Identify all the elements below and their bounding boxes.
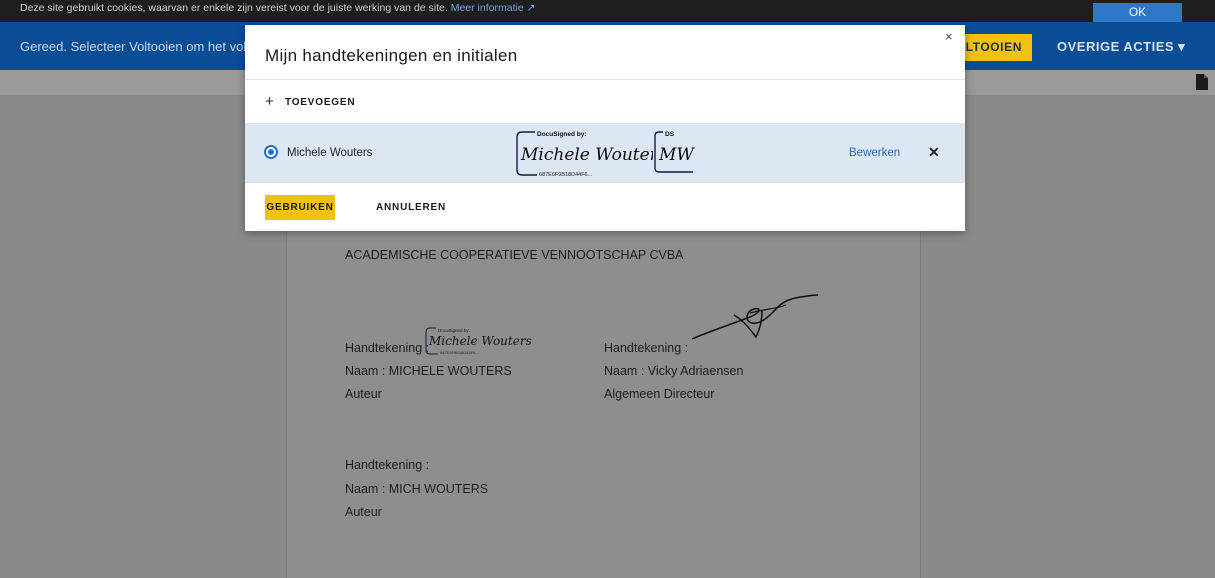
cancel-button[interactable]: ANNULEREN <box>376 202 446 213</box>
document-icon[interactable] <box>1195 74 1209 90</box>
plus-icon: + <box>265 93 274 110</box>
divider <box>245 182 965 183</box>
signer3-name: Naam : MICH WOUTERS <box>345 482 489 496</box>
signer2-name: Naam : Vicky Adriaensen <box>604 364 744 378</box>
initials-preview: DS MW <box>654 131 695 173</box>
close-icon[interactable]: × <box>945 30 953 43</box>
more-info-link[interactable]: Meer informatie <box>451 2 524 14</box>
signer1-role: Auteur <box>345 387 382 401</box>
signature-preview: DocuSigned by: Michele Wouters 687E6F9B1… <box>516 131 653 178</box>
signer1-docusigned-label: DocuSigned by: <box>438 328 470 333</box>
signer2-role: Algemeen Directeur <box>604 387 715 401</box>
signature-radio[interactable] <box>264 145 278 159</box>
signer3-signature-label: Handtekening : <box>345 458 430 472</box>
cookie-notice: Deze site gebruikt cookies, waarvan er e… <box>20 2 535 14</box>
signer1-name: Naam : MICHELE WOUTERS <box>345 364 512 378</box>
signature-text: Michele Wouters <box>520 145 653 165</box>
signer2-signature-label: Handtekening : <box>604 341 689 355</box>
cookie-bar: Deze site gebruikt cookies, waarvan er e… <box>0 0 1215 22</box>
signer1-signature-label: Handtekening : <box>345 341 430 355</box>
signature-hash: 687E6F9B18D44F6... <box>539 172 593 178</box>
status-message: Gereed. Selecteer Voltooien om het volto… <box>20 39 265 54</box>
signer2-handwritten-signature <box>691 294 819 340</box>
docusigned-label: DocuSigned by: <box>537 131 586 138</box>
signer1-signature: Michele Wouters <box>428 334 532 348</box>
cookie-ok-button[interactable]: OK <box>1093 3 1182 22</box>
other-actions-menu[interactable]: OVERIGE ACTIES ▾ <box>1057 39 1185 55</box>
external-link-icon: ↗ <box>526 2 536 14</box>
edit-signature-link[interactable]: Bewerken <box>849 147 900 159</box>
divider <box>245 79 965 80</box>
add-signature-button[interactable]: + TOEVOEGEN <box>265 93 356 110</box>
signer3-role: Auteur <box>345 505 382 519</box>
cookie-notice-text: Deze site gebruikt cookies, waarvan er e… <box>20 2 448 14</box>
signatures-dialog: Mijn handtekeningen en initialen × + TOE… <box>245 25 965 231</box>
add-signature-label: TOEVOEGEN <box>285 96 356 108</box>
dialog-title: Mijn handtekeningen en initialen <box>265 46 518 65</box>
initials-text: MW <box>658 145 695 165</box>
signature-owner: Michele Wouters <box>287 147 373 159</box>
signature-row[interactable]: Michele Wouters DocuSigned by: Michele W… <box>245 123 965 182</box>
use-button[interactable]: GEBRUIKEN <box>265 195 335 220</box>
signer1-hash: 687E6F9B18D44F6... <box>440 350 479 355</box>
remove-signature-icon[interactable]: ✕ <box>928 144 940 161</box>
initials-tag: DS <box>665 131 675 138</box>
company-name: ACADEMISCHE COOPERATIEVE VENNOOTSCHAP CV… <box>345 248 684 262</box>
signer1-signature-stamp: DocuSigned by: Michele Wouters 687E6F9B1… <box>425 327 532 355</box>
